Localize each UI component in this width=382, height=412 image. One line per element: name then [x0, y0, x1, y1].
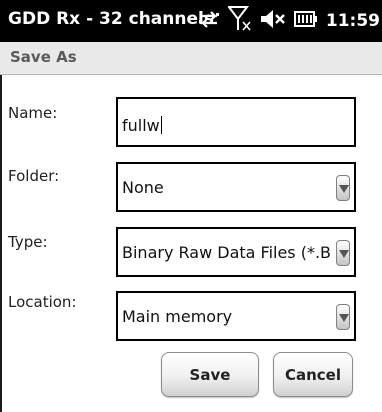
dialog-header: Save As [0, 42, 382, 75]
folder-dropdown-button[interactable] [336, 175, 350, 201]
folder-value: None [122, 178, 164, 197]
sync-arrows-icon [198, 8, 220, 34]
dialog-title: Save As [10, 48, 77, 66]
location-dropdown[interactable]: Main memory [116, 291, 356, 341]
chevron-down-icon [339, 185, 349, 193]
text-cursor [160, 116, 162, 134]
cancel-button[interactable]: Cancel [273, 352, 353, 397]
battery-icon [293, 11, 318, 31]
type-dropdown[interactable]: Binary Raw Data Files (*.B [116, 227, 356, 277]
type-value: Binary Raw Data Files (*.B [122, 243, 332, 262]
name-value: fullw [122, 116, 160, 135]
location-label: Location: [8, 293, 77, 311]
chevron-down-icon [339, 250, 349, 258]
location-value: Main memory [122, 307, 233, 326]
volume-muted-icon [260, 9, 286, 33]
folder-label: Folder: [8, 167, 60, 185]
type-label: Type: [8, 233, 48, 251]
name-input[interactable]: fullw [116, 97, 356, 147]
status-icons: 11:59 [190, 6, 380, 36]
save-button[interactable]: Save [161, 352, 259, 397]
no-signal-icon [226, 6, 252, 36]
location-dropdown-button[interactable] [336, 304, 350, 330]
window-left-border [0, 75, 2, 412]
status-bar: GDD Rx - 32 channels 11:59 [0, 0, 382, 42]
clock: 11:59 [325, 11, 380, 31]
name-label: Name: [8, 104, 58, 122]
chevron-down-icon [339, 314, 349, 322]
folder-dropdown[interactable]: None [116, 162, 356, 212]
type-dropdown-button[interactable] [336, 240, 350, 266]
